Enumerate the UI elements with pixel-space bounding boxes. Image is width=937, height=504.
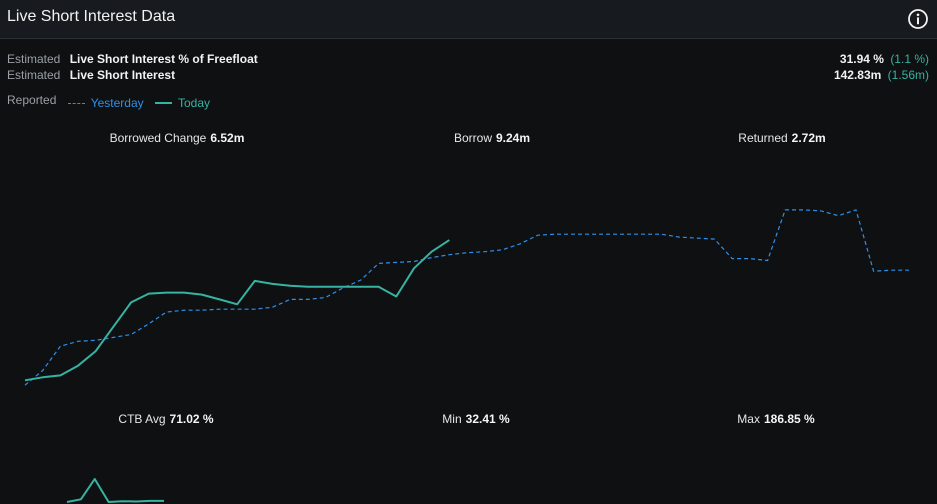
series-line-today [24,239,450,382]
series-line-yesterday [24,209,909,386]
ctb-chart [66,478,164,503]
series-line-today [66,478,164,503]
short-interest-charts [24,209,909,503]
borrow-chart [24,209,909,386]
